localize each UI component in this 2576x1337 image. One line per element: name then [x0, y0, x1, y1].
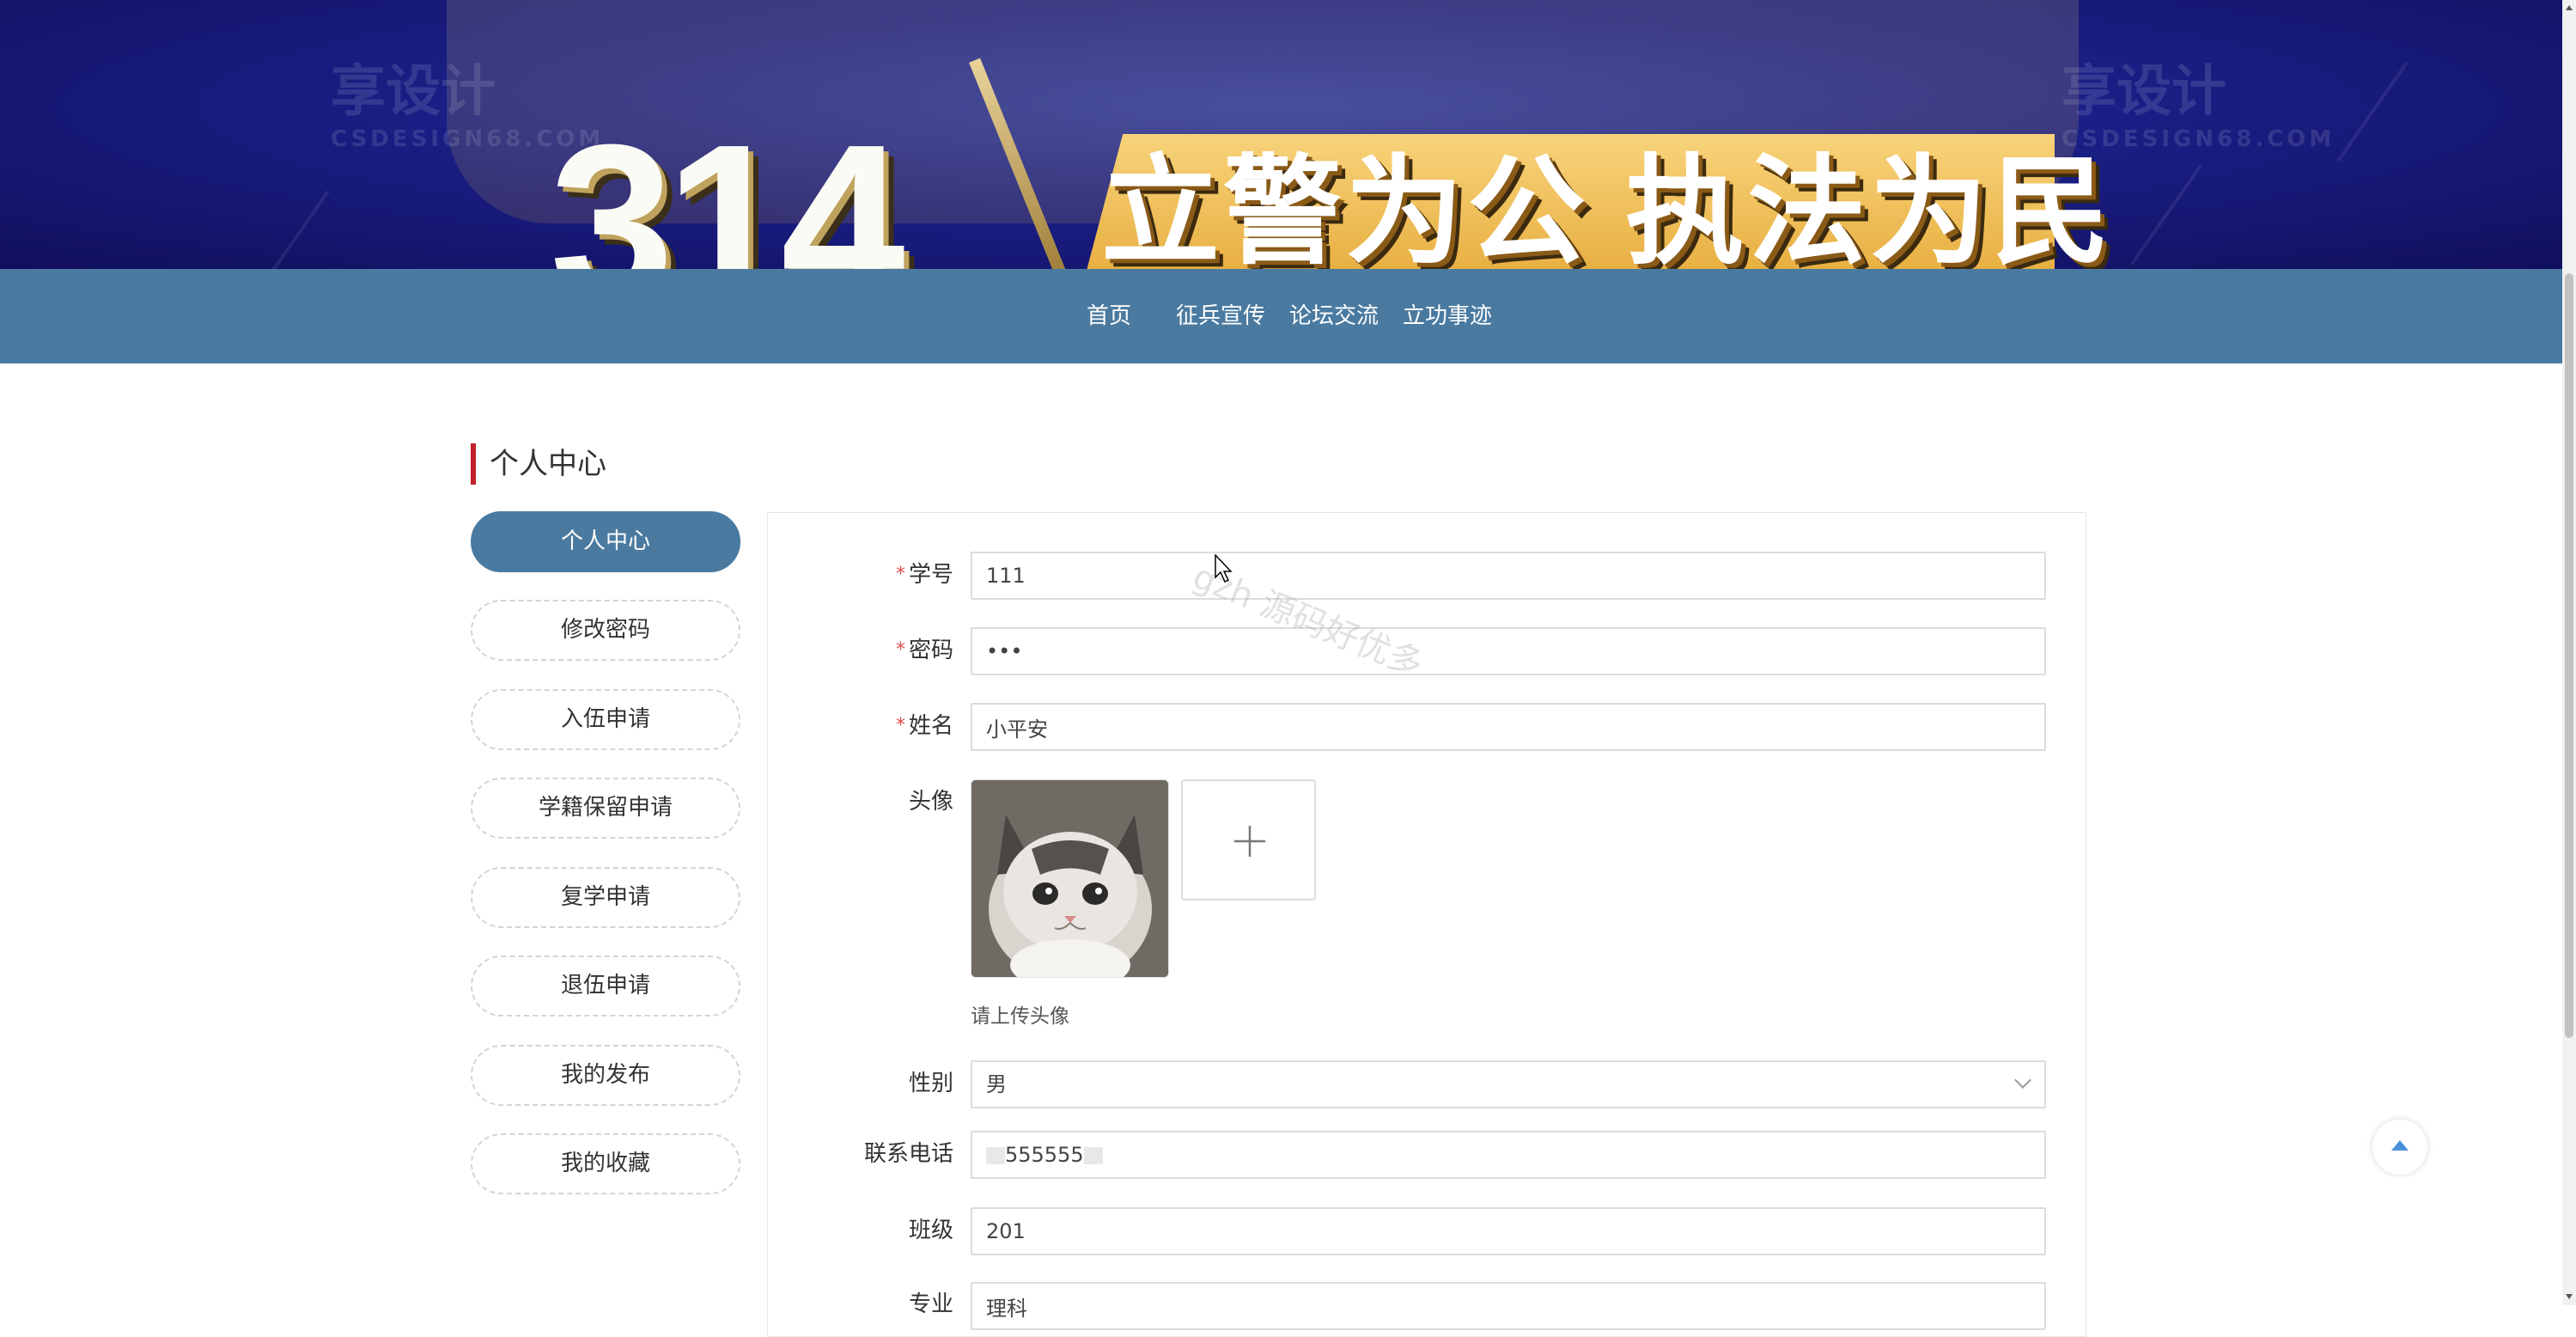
scrollbar-thumb[interactable] [2565, 273, 2573, 1038]
student-id-input[interactable] [971, 552, 2046, 600]
banner-streak [2130, 164, 2202, 266]
watermark-text: 享设计 [2061, 60, 2226, 124]
top-navbar: 首页 征兵宣传 论坛交流 立功事迹 [0, 269, 2562, 363]
required-mark: * [895, 639, 905, 661]
nav-item-forum[interactable]: 论坛交流 [1289, 269, 1379, 363]
menu-item-status-retention[interactable]: 学籍保留申请 [471, 778, 740, 839]
banner-slogan: 立警为公 执法为民 [1101, 146, 2114, 269]
name-label: * 姓名 [739, 702, 953, 750]
upload-avatar-button[interactable] [1181, 779, 1316, 900]
menu-item-personal-center[interactable]: 个人中心 [471, 511, 740, 572]
gender-select[interactable]: 男 [971, 1060, 2046, 1108]
banner-watermark-right: 享设计 CSDESIGN68.COM [2061, 47, 2335, 152]
menu-item-change-password[interactable]: 修改密码 [471, 600, 740, 661]
student-id-label: * 学号 [739, 551, 953, 599]
nav-item-home[interactable]: 首页 [1087, 269, 1131, 363]
label-text: 姓名 [908, 713, 953, 739]
nav-item-recruitment[interactable]: 征兵宣传 [1176, 269, 1265, 363]
menu-item-enlist-application[interactable]: 入伍申请 [471, 689, 740, 750]
scroll-down-arrow-icon[interactable] [2566, 1294, 2573, 1299]
cat-photo [971, 780, 1168, 977]
page-title: 个人中心 [471, 443, 606, 485]
arrow-up-icon [2391, 1140, 2409, 1151]
back-to-top-button[interactable] [2372, 1120, 2427, 1175]
avatar-label: 头像 [908, 789, 953, 815]
menu-item-resume-study[interactable]: 复学申请 [471, 867, 740, 928]
watermark-subtext: CSDESIGN68.COM [331, 126, 605, 152]
name-input[interactable] [971, 703, 2046, 751]
required-mark: * [895, 715, 905, 736]
watermark-subtext: CSDESIGN68.COM [2061, 126, 2335, 152]
hero-banner: 314 立警为公 执法为民 享设计 CSDESIGN68.COM 享设计 CSD… [0, 0, 2562, 269]
password-label: * 密码 [739, 626, 953, 675]
mouse-cursor-icon [1215, 554, 1233, 583]
chevron-down-icon [2014, 1071, 2031, 1089]
menu-item-discharge-application[interactable]: 退伍申请 [471, 955, 740, 1016]
banner-watermark-left: 享设计 CSDESIGN68.COM [331, 47, 604, 152]
nav-item-merits[interactable]: 立功事迹 [1403, 269, 1492, 363]
required-mark: * [895, 564, 905, 585]
major-label: 专业 [908, 1291, 953, 1317]
class-input[interactable] [971, 1207, 2046, 1255]
phone-input[interactable]: 555555 [971, 1131, 2046, 1179]
label-text: 学号 [908, 562, 953, 588]
phone-label: 联系电话 [863, 1141, 953, 1167]
class-label: 班级 [908, 1218, 953, 1243]
avatar-upload-hint: 请上传头像 [971, 1005, 1069, 1028]
scroll-up-arrow-icon[interactable] [2566, 5, 2573, 10]
redacted-block [1083, 1147, 1103, 1164]
gender-label: 性别 [908, 1071, 953, 1096]
page-scrollbar[interactable] [2562, 0, 2576, 1305]
plus-icon [1234, 826, 1265, 857]
password-input[interactable] [971, 627, 2046, 675]
gender-selected-value: 男 [986, 1072, 1007, 1096]
menu-item-my-favorites[interactable]: 我的收藏 [471, 1133, 740, 1194]
redacted-block [986, 1147, 1005, 1164]
major-input[interactable] [971, 1282, 2046, 1330]
watermark-text: 享设计 [331, 60, 496, 124]
label-text: 密码 [908, 638, 953, 663]
avatar-image[interactable] [971, 779, 1169, 978]
menu-item-my-posts[interactable]: 我的发布 [471, 1045, 740, 1106]
phone-value: 555555 [1005, 1143, 1084, 1167]
banner-streak [258, 190, 330, 269]
banner-streak [2336, 61, 2409, 162]
